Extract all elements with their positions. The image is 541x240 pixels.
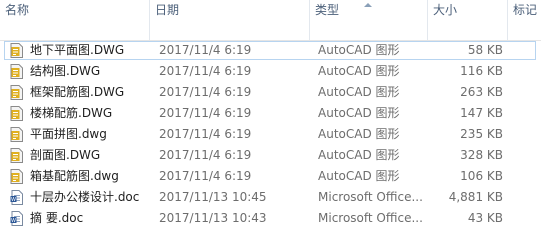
file-name: 平面拼图.dwg (30, 127, 107, 141)
file-row[interactable]: 剖面图.DWG 2017/11/4 6:19 AutoCAD 图形 328 KB (0, 145, 541, 166)
column-header-size[interactable]: 大小 (428, 0, 508, 40)
column-header-name-label: 名称 (5, 3, 30, 17)
file-date: 2017/11/13 10:45 (159, 190, 267, 204)
dwg-file-icon (10, 169, 24, 184)
file-name-cell[interactable]: 剖面图.DWG (8, 145, 150, 166)
file-explorer-list: 名称 日期 类型 大小 标记 地下平面图.DWG 2017/11/4 6:19 Au… (0, 0, 541, 239)
file-size: 328 KB (460, 148, 503, 162)
dwg-file-icon (10, 85, 24, 100)
file-name-cell[interactable]: W 摘 要.doc (8, 208, 150, 229)
file-name: 箱基配筋图.dwg (30, 169, 119, 183)
dwg-file-icon (10, 64, 24, 79)
file-name-cell[interactable]: 结构图.DWG (8, 61, 150, 82)
file-date: 2017/11/4 6:19 (159, 127, 252, 141)
dwg-file-icon (10, 106, 24, 121)
file-size: 106 KB (460, 169, 503, 183)
file-row[interactable]: 框架配筋图.DWG 2017/11/4 6:19 AutoCAD 图形 263 KB (0, 82, 541, 103)
file-size: 116 KB (460, 64, 503, 78)
column-header-type-label: 类型 (315, 3, 340, 17)
file-date: 2017/11/13 10:43 (159, 211, 267, 225)
file-name: 结构图.DWG (30, 64, 101, 78)
file-row[interactable]: W 摘 要.doc 2017/11/13 10:43 Microsoft Office… (0, 208, 541, 229)
dwg-file-icon (10, 43, 24, 58)
file-name-cell[interactable]: 框架配筋图.DWG (8, 82, 150, 103)
file-size: 58 KB (467, 43, 503, 57)
file-row[interactable]: 结构图.DWG 2017/11/4 6:19 AutoCAD 图形 116 KB (0, 61, 541, 82)
file-size: 43 KB (467, 211, 503, 225)
column-header-date-label: 日期 (155, 3, 180, 17)
file-name: 摘 要.doc (30, 211, 84, 225)
file-type: AutoCAD 图形 (318, 106, 400, 120)
file-date: 2017/11/4 6:19 (159, 85, 252, 99)
word-doc-icon: W (10, 190, 24, 205)
sort-ascending-icon (364, 3, 372, 7)
column-header-date[interactable]: 日期 (150, 0, 310, 40)
file-name: 楼梯配筋.DWG (30, 106, 113, 120)
file-row[interactable]: 箱基配筋图.dwg 2017/11/4 6:19 AutoCAD 图形 106 KB (0, 166, 541, 187)
file-type: AutoCAD 图形 (318, 64, 400, 78)
file-name-cell[interactable]: 楼梯配筋.DWG (8, 103, 150, 124)
column-header-tags[interactable]: 标记 (508, 0, 541, 40)
file-size: 147 KB (460, 106, 503, 120)
file-type: AutoCAD 图形 (318, 169, 400, 183)
dwg-file-icon (10, 127, 24, 142)
column-header-tags-label: 标记 (513, 3, 538, 17)
file-date: 2017/11/4 6:19 (159, 169, 252, 183)
column-header-bar: 名称 日期 类型 大小 标记 (0, 0, 541, 41)
file-type: AutoCAD 图形 (318, 148, 400, 162)
svg-text:W: W (11, 197, 16, 203)
file-name-cell[interactable]: W 十层办公楼设计.doc (8, 187, 150, 208)
file-name-cell[interactable]: 箱基配筋图.dwg (8, 166, 150, 187)
column-header-name[interactable]: 名称 (0, 0, 150, 40)
word-doc-icon: W (10, 211, 24, 226)
file-name: 框架配筋图.DWG (30, 85, 125, 99)
file-type: Microsoft Office... (318, 211, 423, 225)
file-date: 2017/11/4 6:19 (159, 148, 252, 162)
file-type: Microsoft Office... (318, 190, 423, 204)
file-name: 剖面图.DWG (30, 148, 101, 162)
file-name: 十层办公楼设计.doc (30, 190, 140, 204)
file-size: 263 KB (460, 85, 503, 99)
dwg-file-icon (10, 148, 24, 163)
file-row[interactable]: W 十层办公楼设计.doc 2017/11/13 10:45 Microsoft Of… (0, 187, 541, 208)
file-date: 2017/11/4 6:19 (159, 43, 252, 57)
file-name-cell[interactable]: 平面拼图.dwg (8, 124, 150, 145)
file-date: 2017/11/4 6:19 (159, 64, 252, 78)
file-date: 2017/11/4 6:19 (159, 106, 252, 120)
file-type: AutoCAD 图形 (318, 43, 400, 57)
svg-text:W: W (11, 218, 16, 224)
file-size: 4,881 KB (448, 190, 503, 204)
file-list: 地下平面图.DWG 2017/11/4 6:19 AutoCAD 图形 58 KB 结构… (0, 40, 541, 229)
file-size: 235 KB (460, 127, 503, 141)
file-type: AutoCAD 图形 (318, 127, 400, 141)
file-row[interactable]: 平面拼图.dwg 2017/11/4 6:19 AutoCAD 图形 235 KB (0, 124, 541, 145)
file-name: 地下平面图.DWG (30, 43, 125, 57)
file-name-cell[interactable]: 地下平面图.DWG (8, 40, 150, 61)
file-type: AutoCAD 图形 (318, 85, 400, 99)
column-header-size-label: 大小 (433, 3, 458, 17)
file-row[interactable]: 楼梯配筋.DWG 2017/11/4 6:19 AutoCAD 图形 147 KB (0, 103, 541, 124)
file-row[interactable]: 地下平面图.DWG 2017/11/4 6:19 AutoCAD 图形 58 KB (0, 40, 541, 61)
